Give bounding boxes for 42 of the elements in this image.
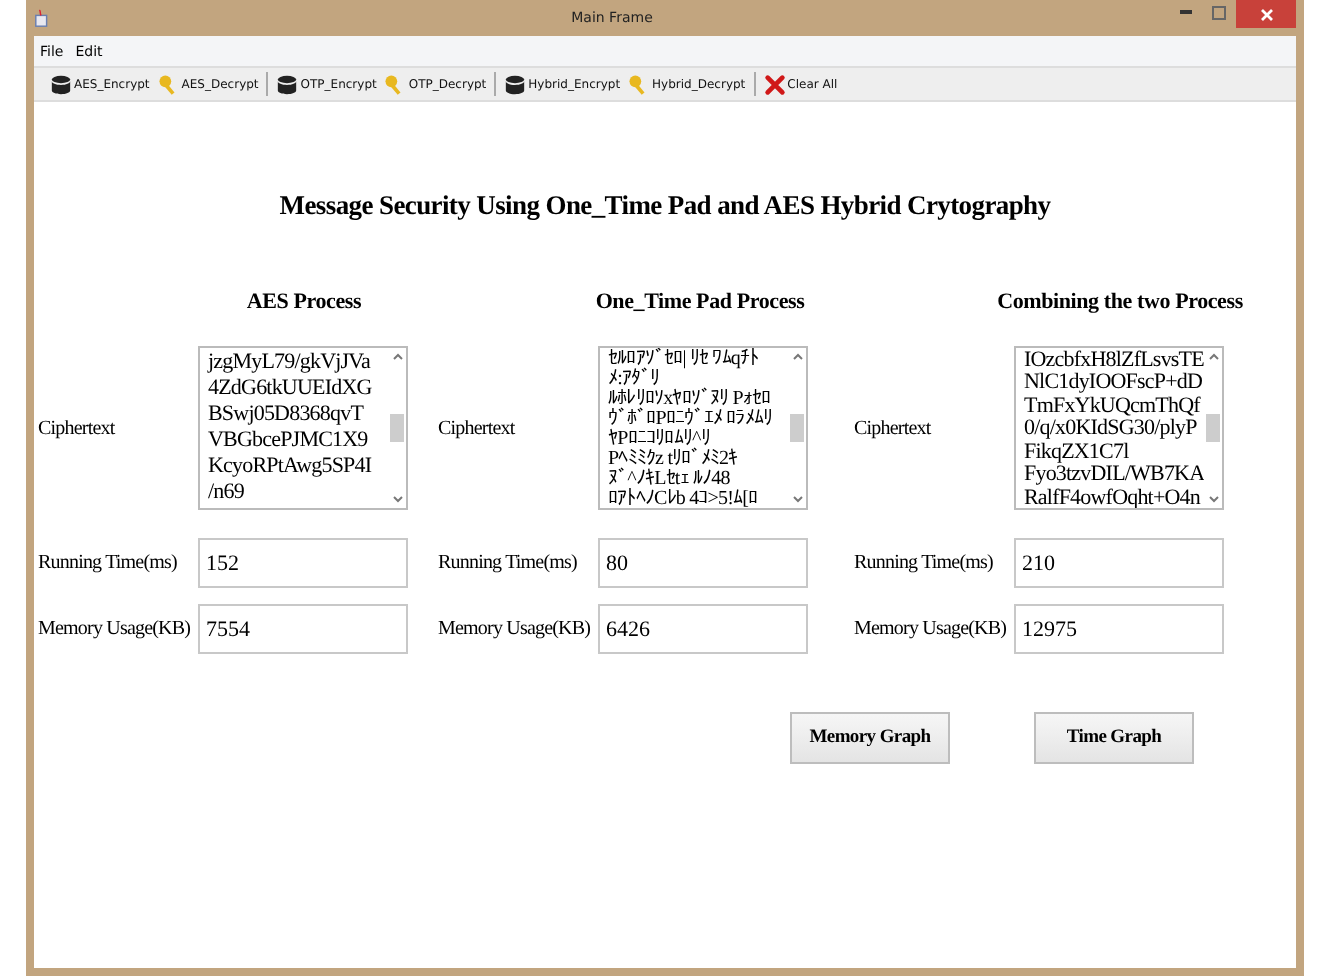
memory-usage-field[interactable]: 12975 xyxy=(1014,604,1224,654)
scrollbar-thumb[interactable] xyxy=(1206,414,1220,442)
field-label: Memory Usage(KB) xyxy=(38,618,193,640)
close-icon xyxy=(1259,7,1273,21)
database-icon xyxy=(504,73,527,95)
ciphertext-area[interactable]: jzgMyL79/gkVjJVa 4ZdG6tkUUEIdXG BSwj05D8368qvT VBGbcePJMC1X9 KcyoRPtAwg5SP4I /n69 xyxy=(198,346,408,510)
section-title: AES Process xyxy=(244,290,364,318)
field-label: Running Time(ms) xyxy=(38,552,179,574)
field-label: Memory Usage(KB) xyxy=(854,618,1009,640)
maximize-icon xyxy=(1211,5,1225,19)
scroll-up-icon[interactable] xyxy=(791,352,803,360)
field-label: Ciphertext xyxy=(438,417,517,439)
scroll-up-icon[interactable] xyxy=(1207,352,1219,360)
database-icon xyxy=(276,73,299,95)
ciphertext-area[interactable]: ｾﾙﾛｱｿﾞｾﾛ| ﾘｾ ﾜﾑqﾁﾄ ﾒ:ｱﾀﾞﾘ ﾙﾎﾚﾘﾛｿxﾔﾛｿﾞﾇﾘ Pｫｾﾛ ｳﾞﾎﾞﾛPﾛﾆｳﾞｴﾒ ﾛﾗﾒﾑﾘ ﾔPﾛﾆｺﾘﾛﾑﾘ^ﾘ Pﾍﾐﾐｸz tﾘﾛﾞﾒﾐ2ｷ ﾇﾞ^ﾉｷLｾtｪ ﾙﾉ48 ﾛｱﾄﾍﾉCﾚb 4ｺ>5!ﾑ[ﾛ xyxy=(598,346,808,510)
field-label: Ciphertext xyxy=(38,417,117,439)
section-title: Combining the two Process xyxy=(995,290,1245,318)
close-icon xyxy=(763,73,786,95)
running-time-field[interactable]: 80 xyxy=(598,538,808,588)
running-time-field[interactable]: 152 xyxy=(198,538,408,588)
field-label: Memory Usage(KB) xyxy=(438,618,593,640)
graph-button[interactable]: Memory Graph xyxy=(790,712,950,764)
scroll-down-icon[interactable] xyxy=(391,496,403,504)
running-time-field[interactable]: 210 xyxy=(1014,538,1224,588)
memory-usage-field[interactable]: 7554 xyxy=(198,604,408,654)
minimize-icon xyxy=(1180,10,1192,14)
scroll-down-icon[interactable] xyxy=(791,496,803,504)
field-label: Running Time(ms) xyxy=(438,552,579,574)
section-title: One_Time Pad Process xyxy=(593,290,807,318)
close-button[interactable] xyxy=(1236,0,1296,28)
scroll-down-icon[interactable] xyxy=(1207,496,1219,504)
scrollbar-thumb[interactable] xyxy=(790,414,804,442)
key-icon xyxy=(157,73,180,95)
memory-usage-field[interactable]: 6426 xyxy=(598,604,808,654)
page-heading: Message Security Using One_Time Pad and AES Hybrid Crytography xyxy=(277,190,1053,222)
database-icon xyxy=(50,73,72,95)
graph-button[interactable]: Time Graph xyxy=(1034,712,1194,764)
scroll-up-icon[interactable] xyxy=(391,352,403,360)
field-label: Ciphertext xyxy=(854,417,933,439)
ciphertext-area[interactable]: IOzcbfxH8lZfLsvsTE NlC1dyIOOFscP+dD TmFxYkUQcmThQf 0/q/x0KIdSG30/plyP FikqZX1C7l Fyo3tzvDIL/WB7KA RalfF4owfOqht+O4n xyxy=(1014,346,1224,510)
scrollbar-thumb[interactable] xyxy=(390,414,404,442)
field-label: Running Time(ms) xyxy=(854,552,995,574)
